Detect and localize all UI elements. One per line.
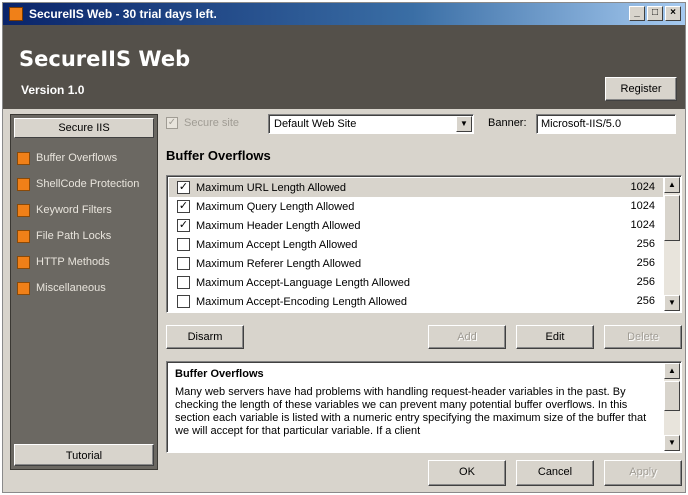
app-title: SecureIIS Web	[19, 47, 191, 71]
row-label: Maximum URL Length Allowed	[196, 181, 346, 194]
row-label: Maximum Header Length Allowed	[196, 219, 361, 232]
scroll-down-icon[interactable]: ▼	[664, 295, 680, 311]
row-label: Maximum Referer Length Allowed	[196, 257, 362, 270]
list-row[interactable]: ✓ Maximum Header Length Allowed 1024	[169, 216, 663, 235]
row-checkbox[interactable]	[177, 295, 190, 308]
row-checkbox[interactable]	[177, 238, 190, 251]
description-text: Many web servers have had problems with …	[175, 386, 647, 437]
orange-square-icon	[17, 177, 30, 191]
sidebar-item-buffer-overflows[interactable]: Buffer Overflows	[17, 145, 139, 171]
ok-button[interactable]: OK	[428, 460, 506, 486]
maximize-button[interactable]: □	[647, 6, 663, 21]
orange-square-icon	[17, 151, 30, 165]
sidebar-item-shellcode-protection[interactable]: ShellCode Protection	[17, 171, 139, 197]
banner-input[interactable]: Microsoft-IIS/5.0	[536, 114, 676, 134]
row-checkbox[interactable]	[177, 257, 190, 270]
list-row[interactable]: Maximum Referer Length Allowed 256	[169, 254, 663, 273]
sidebar-item-label: File Path Locks	[36, 230, 112, 242]
row-value: 256	[636, 257, 655, 269]
list-row[interactable]: ✓ Maximum Query Length Allowed 1024	[169, 197, 663, 216]
close-button[interactable]: ×	[665, 6, 681, 21]
sidebar-item-label: Buffer Overflows	[36, 152, 118, 164]
row-value: 1024	[630, 181, 655, 193]
orange-square-icon	[17, 203, 30, 217]
add-button[interactable]: Add	[428, 325, 506, 349]
row-checkbox[interactable]: ✓	[177, 219, 190, 232]
sidebar-item-miscellaneous[interactable]: Miscellaneous	[17, 275, 139, 301]
sidebar-item-http-methods[interactable]: HTTP Methods	[17, 249, 139, 275]
edit-button[interactable]: Edit	[516, 325, 594, 349]
row-value: 256	[636, 276, 655, 288]
site-select-value: Default Web Site	[274, 118, 357, 130]
cancel-button[interactable]: Cancel	[516, 460, 594, 486]
version-label: Version 1.0	[21, 83, 85, 97]
sidebar-items: Buffer Overflows ShellCode Protection Ke…	[17, 145, 139, 301]
sidebar-item-label: ShellCode Protection	[36, 178, 140, 190]
secure-site-label: Secure site	[184, 117, 240, 129]
sidebar-item-label: HTTP Methods	[36, 256, 110, 268]
sidebar-item-label: Miscellaneous	[36, 282, 106, 294]
sidebar-heading[interactable]: Secure IIS	[14, 118, 154, 138]
list-scrollbar[interactable]: ▲ ▼	[664, 177, 680, 311]
title-bar[interactable]: SecureIIS Web - 30 trial days left. _ □ …	[3, 3, 685, 25]
sidebar-item-keyword-filters[interactable]: Keyword Filters	[17, 197, 139, 223]
row-value: 256	[636, 238, 655, 250]
row-label: Maximum Query Length Allowed	[196, 200, 355, 213]
sidebar-item-file-path-locks[interactable]: File Path Locks	[17, 223, 139, 249]
minimize-button[interactable]: _	[629, 6, 645, 21]
list-row[interactable]: Maximum Accept-Language Length Allowed 2…	[169, 273, 663, 292]
scroll-up-icon[interactable]: ▲	[664, 177, 680, 193]
list-row[interactable]: ✓ Maximum URL Length Allowed 1024	[169, 178, 663, 197]
delete-button[interactable]: Delete	[604, 325, 682, 349]
row-label: Maximum Accept-Language Length Allowed	[196, 276, 411, 289]
orange-square-icon	[17, 255, 30, 269]
window-controls: _ □ ×	[629, 6, 681, 21]
app-icon	[9, 7, 23, 21]
chevron-down-icon[interactable]: ▼	[456, 116, 472, 132]
list-row[interactable]: Maximum Accept-Encoding Length Allowed 2…	[169, 292, 663, 311]
scroll-up-icon[interactable]: ▲	[664, 363, 680, 379]
orange-square-icon	[17, 281, 30, 295]
window-title: SecureIIS Web - 30 trial days left.	[29, 7, 217, 21]
disarm-button[interactable]: Disarm	[166, 325, 244, 349]
orange-square-icon	[17, 229, 30, 243]
banner-label: Banner:	[488, 117, 527, 129]
scroll-down-icon[interactable]: ▼	[664, 435, 680, 451]
section-title: Buffer Overflows	[166, 148, 271, 163]
row-checkbox[interactable]: ✓	[177, 181, 190, 194]
register-button[interactable]: Register	[605, 77, 677, 101]
scroll-thumb[interactable]	[664, 381, 680, 411]
list-row[interactable]: Maximum Accept Length Allowed 256	[169, 235, 663, 254]
row-label: Maximum Accept-Encoding Length Allowed	[196, 295, 407, 308]
row-label: Maximum Accept Length Allowed	[196, 238, 358, 251]
tutorial-button[interactable]: Tutorial	[14, 444, 154, 466]
scroll-thumb[interactable]	[664, 195, 680, 241]
description-scrollbar[interactable]: ▲ ▼	[664, 363, 680, 451]
site-select[interactable]: Default Web Site ▼	[268, 114, 474, 134]
description-panel: Buffer Overflows Many web servers have h…	[166, 361, 682, 453]
description-title: Buffer Overflows	[175, 368, 264, 380]
secure-site-checkbox[interactable]: ✓	[166, 117, 178, 129]
row-value: 256	[636, 295, 655, 307]
row-value: 1024	[630, 200, 655, 212]
row-value: 1024	[630, 219, 655, 231]
header-band: SecureIIS Web Version 1.0 Register	[3, 25, 685, 109]
apply-button[interactable]: Apply	[604, 460, 682, 486]
sidebar: Secure IIS Buffer Overflows ShellCode Pr…	[10, 114, 158, 470]
sidebar-item-label: Keyword Filters	[36, 204, 112, 216]
row-checkbox[interactable]	[177, 276, 190, 289]
row-checkbox[interactable]: ✓	[177, 200, 190, 213]
variables-list: ✓ Maximum URL Length Allowed 1024 ✓ Maxi…	[166, 175, 682, 313]
list-rows: ✓ Maximum URL Length Allowed 1024 ✓ Maxi…	[169, 178, 663, 311]
